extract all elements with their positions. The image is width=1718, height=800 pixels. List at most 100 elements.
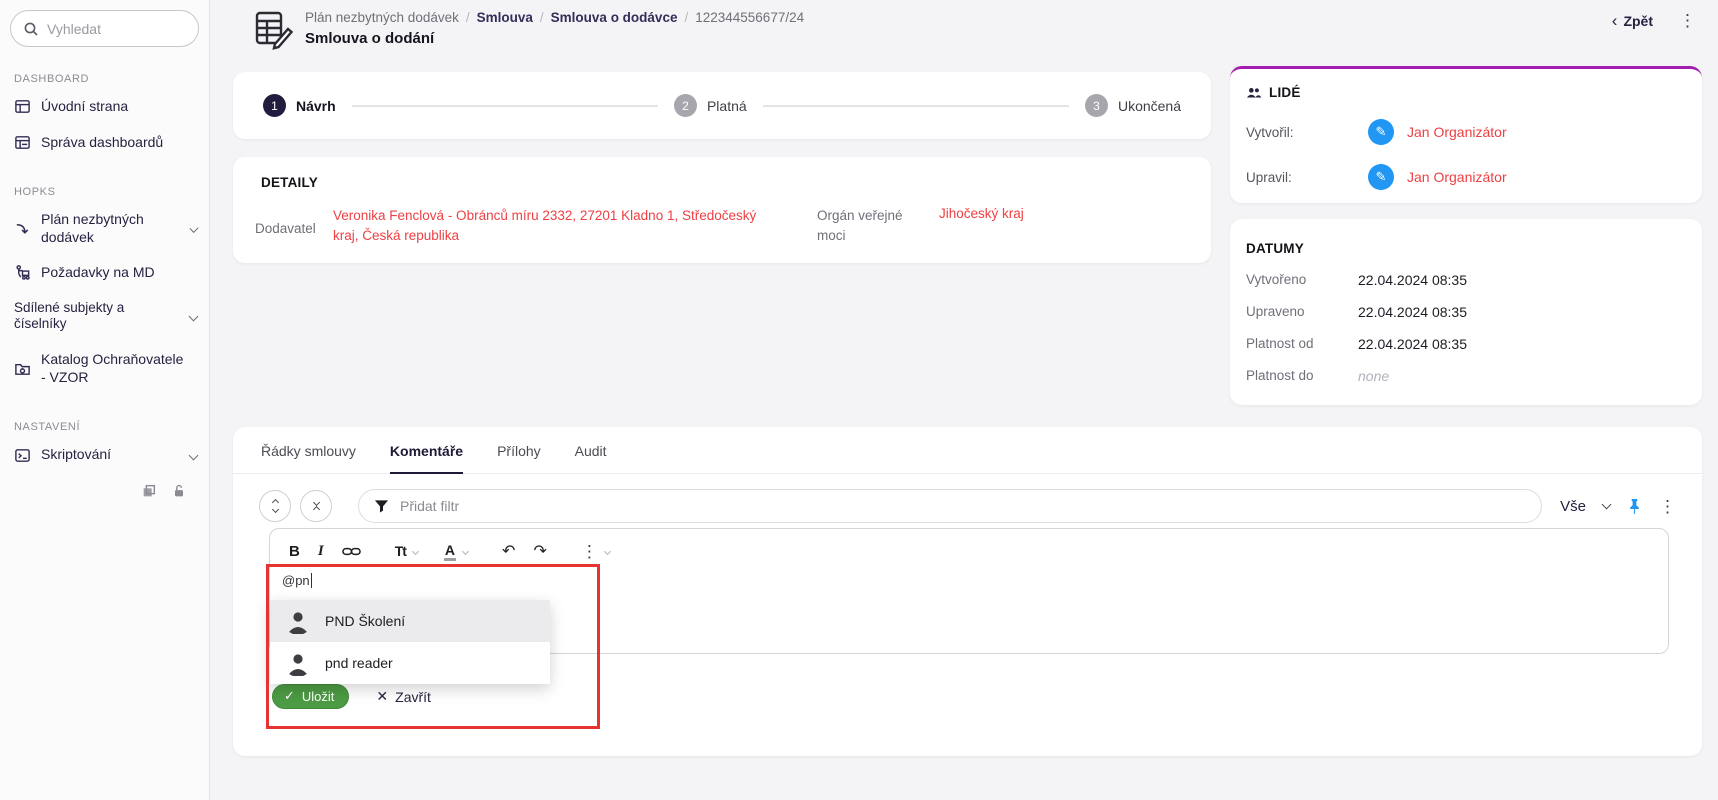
search-icon	[23, 21, 39, 37]
step-number: 2	[674, 94, 697, 117]
details-title: DETAILY	[261, 175, 1211, 190]
copy-icon[interactable]	[141, 483, 157, 499]
date-value-empty: none	[1358, 368, 1389, 384]
expand-all-button[interactable]	[259, 490, 291, 522]
mention-option[interactable]: pnd reader	[270, 642, 550, 684]
step-navrh: 1 Návrh	[263, 94, 336, 117]
breadcrumb-item: Plán nezbytných dodávek	[305, 10, 459, 25]
authority-value-link[interactable]: Jihočeský kraj	[939, 206, 1024, 221]
tab-bar: Řádky smlouvy Komentáře Přílohy Audit	[233, 427, 1702, 474]
dashboard-manage-icon	[14, 134, 31, 151]
cart-icon	[14, 264, 31, 281]
kebab-menu-icon[interactable]: ⋮	[1679, 12, 1696, 29]
view-selector[interactable]: Vše	[1560, 498, 1586, 515]
redo-button[interactable]: ↷	[533, 541, 546, 561]
date-value: 22.04.2024 08:35	[1358, 336, 1467, 352]
tab-prilohy[interactable]: Přílohy	[497, 443, 541, 473]
breadcrumb-separator: /	[540, 10, 544, 25]
filter-input-pill[interactable]	[358, 489, 1542, 523]
pin-icon[interactable]	[1627, 498, 1642, 515]
chevron-down-icon	[189, 450, 199, 460]
undo-button[interactable]: ↶	[502, 541, 515, 561]
tab-audit[interactable]: Audit	[575, 443, 607, 473]
chevron-down-icon[interactable]	[1602, 499, 1612, 509]
tab-komentare[interactable]: Komentáře	[390, 443, 463, 474]
step-connector	[352, 105, 658, 107]
close-x-icon: ✕	[376, 688, 388, 705]
page-title: Smlouva o dodání	[305, 30, 434, 47]
save-button[interactable]: ✓ Uložit	[272, 684, 349, 709]
tab-radky-smlouvy[interactable]: Řádky smlouvy	[261, 443, 356, 473]
sidebar-item-katalog-ochranovatele[interactable]: Katalog Ochraňovatele - VZOR	[0, 342, 209, 395]
comment-editor[interactable]: B I Tt A ↶ ↷ ⋮	[269, 528, 1669, 654]
people-panel: LIDÉ Vytvořil: ✎ Jan Organizátor Upravil…	[1230, 66, 1702, 203]
pencil-icon: ✎	[1376, 169, 1387, 185]
filter-input[interactable]	[400, 498, 1526, 514]
breadcrumb-item-link[interactable]: Smlouva o dodávce	[551, 10, 678, 25]
sidebar-item-skriptovani[interactable]: Skriptování	[0, 437, 209, 473]
mention-dropdown: PND Školení pnd reader	[270, 600, 550, 684]
sidebar-item-label: Plán nezbytných dodávek	[41, 211, 181, 246]
more-tools-icon[interactable]: ⋮	[581, 543, 598, 560]
step-number: 3	[1085, 94, 1108, 117]
comment-text[interactable]: @pn	[282, 573, 312, 588]
step-label: Platná	[707, 98, 747, 114]
comments-panel: Řádky smlouvy Komentáře Přílohy Audit Vš	[233, 427, 1702, 756]
mention-option-name: pnd reader	[325, 655, 393, 671]
text-cursor	[311, 573, 312, 588]
sidebar-item-label: Skriptování	[41, 446, 111, 464]
editor-actions: ✓ Uložit ✕ Zavřít	[272, 684, 1702, 709]
text-color-button[interactable]: A	[444, 542, 456, 561]
sidebar-item-sprava-dashboardu[interactable]: Správa dashboardů	[0, 125, 209, 161]
link-button[interactable]	[342, 545, 361, 558]
pencil-icon: ✎	[1376, 124, 1387, 140]
editor-toolbar: B I Tt A ↶ ↷ ⋮	[270, 529, 1668, 561]
sidebar-item-plan-nezbytnych-dodavek[interactable]: Plán nezbytných dodávek	[0, 202, 209, 255]
app-window: DASHBOARD Úvodní strana Správa dashboard…	[0, 0, 1718, 800]
edit-pencil-avatar-icon[interactable]: ✎	[1368, 119, 1394, 145]
bold-button[interactable]: B	[289, 543, 300, 560]
sidebar-section-nastaveni: NASTAVENÍ	[14, 421, 209, 433]
contract-document-icon	[250, 8, 296, 59]
sidebar-item-label: Sdílené subjekty a číselníky	[14, 300, 180, 334]
chevron-down-icon[interactable]	[604, 547, 611, 554]
user-avatar-icon	[284, 649, 312, 677]
sidebar-item-pozadavky-na-md[interactable]: Požadavky na MD	[0, 255, 209, 291]
chevron-down-icon	[271, 506, 278, 513]
italic-button[interactable]: I	[318, 543, 324, 560]
date-row: Platnost do none	[1246, 368, 1702, 384]
chevron-down-icon[interactable]	[412, 547, 419, 554]
authority-label: Orgán veřejné moci	[817, 206, 913, 245]
search-input[interactable]	[47, 21, 186, 37]
user-avatar-icon	[284, 607, 312, 635]
breadcrumb-separator: /	[684, 10, 688, 25]
back-button[interactable]: ‹ Zpět	[1612, 12, 1653, 29]
mention-option[interactable]: PND Školení	[270, 600, 550, 642]
unlock-icon[interactable]	[171, 483, 187, 499]
check-icon: ✓	[284, 688, 295, 704]
kebab-menu-icon[interactable]: ⋮	[1659, 498, 1676, 515]
date-row: Vytvořeno 22.04.2024 08:35	[1246, 272, 1702, 288]
chevron-up-icon	[312, 506, 319, 513]
sidebar-search[interactable]	[10, 10, 199, 47]
updated-by-value-link[interactable]: Jan Organizátor	[1407, 169, 1507, 185]
redirect-arrow-icon	[14, 220, 31, 237]
close-button[interactable]: ✕ Zavřít	[376, 688, 431, 705]
date-row: Upraveno 22.04.2024 08:35	[1246, 304, 1702, 320]
sidebar-item-sdilene-subjekty[interactable]: Sdílené subjekty a číselníky	[0, 291, 209, 343]
created-by-value-link[interactable]: Jan Organizátor	[1407, 124, 1507, 140]
chevron-down-icon	[189, 224, 198, 233]
breadcrumb-item-link[interactable]: Smlouva	[477, 10, 533, 25]
supplier-value-link[interactable]: Veronika Fenclová - Obránců míru 2332, 2…	[333, 206, 781, 245]
sidebar-item-label: Správa dashboardů	[41, 134, 163, 152]
created-by-label: Vytvořil:	[1246, 125, 1368, 140]
breadcrumb: Plán nezbytných dodávek / Smlouva / Smlo…	[305, 10, 804, 25]
text-format-button[interactable]: Tt	[395, 543, 406, 559]
header-actions: ‹ Zpět ⋮	[1612, 12, 1696, 29]
chevron-down-icon[interactable]	[462, 547, 469, 554]
collapse-all-button[interactable]	[300, 490, 332, 522]
supplier-label: Dodavatel	[255, 221, 325, 236]
sidebar-item-uvodni-strana[interactable]: Úvodní strana	[0, 89, 209, 125]
created-by-row: Vytvořil: ✎ Jan Organizátor	[1246, 119, 1702, 145]
edit-pencil-avatar-icon[interactable]: ✎	[1368, 164, 1394, 190]
